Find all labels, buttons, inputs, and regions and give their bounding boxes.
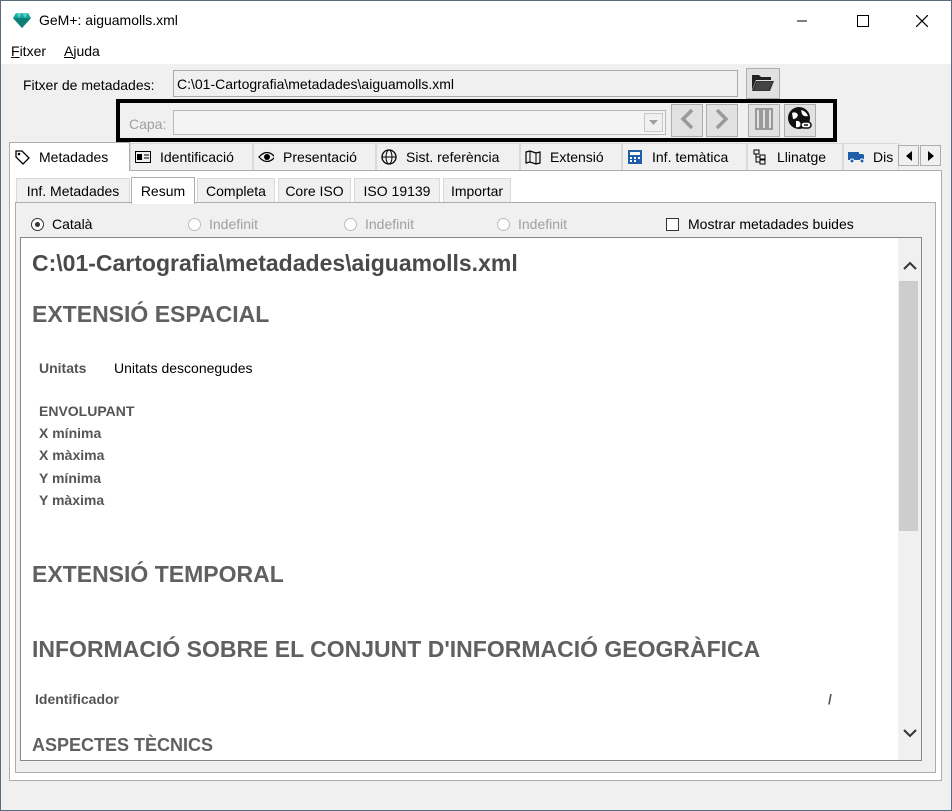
layer-select[interactable]	[173, 110, 666, 135]
open-folder-button[interactable]	[746, 68, 780, 99]
checkbox-box	[666, 217, 679, 231]
menu-fitxer[interactable]: Fitxer	[11, 43, 46, 59]
summary-view[interactable]: C:\01-Cartografia\metadades\aiguamolls.x…	[20, 237, 922, 761]
tab-label: Sist. referència	[406, 149, 500, 165]
show-empty-metadata-checkbox[interactable]: Mostrar metadades buides	[666, 216, 854, 232]
identifier-label: Identificador	[35, 691, 120, 707]
tab-presentacio[interactable]: Presentació	[253, 143, 376, 170]
maximize-button[interactable]	[834, 1, 892, 40]
radio-dot	[31, 217, 44, 231]
subtab-resum[interactable]: Resum	[131, 177, 195, 204]
radio-label: Català	[52, 216, 93, 232]
layer-columns-button[interactable]	[748, 104, 780, 137]
radio-label: Indefinit	[209, 216, 259, 232]
globe-icon	[381, 149, 397, 165]
tab-label: Llinatge	[777, 149, 827, 165]
file-label: Fitxer de metadades:	[23, 77, 155, 93]
language-radio-indefinit-1[interactable]: Indefinit	[188, 216, 258, 232]
tabs-scroll-right-button[interactable]	[920, 145, 941, 166]
web-link-button[interactable]	[784, 104, 816, 137]
tab-label: Inf. temàtica	[652, 149, 729, 165]
arrow-right-icon	[927, 148, 934, 164]
chevron-left-icon	[680, 108, 694, 133]
checkbox-label: Mostrar metadades buides	[688, 216, 854, 232]
radio-dot	[344, 217, 357, 231]
map-icon	[525, 149, 541, 165]
tab-label: Dis	[873, 149, 894, 165]
tab-label: Identificació	[160, 149, 234, 165]
dataset-info-heading: INFORMACIÓ SOBRE EL CONJUNT D'INFORMACIÓ…	[32, 636, 761, 662]
language-radio-indefinit-2[interactable]: Indefinit	[344, 216, 414, 232]
x-min-label: X mínima	[39, 425, 102, 441]
title-bar: GeM+: aiguamolls.xml	[0, 0, 952, 39]
window-title: GeM+: aiguamolls.xml	[39, 12, 178, 28]
tab-identificacio[interactable]: Identificació	[130, 143, 253, 170]
folder-open-icon	[751, 72, 775, 95]
scroll-thumb[interactable]	[899, 281, 918, 531]
summary-file-path: C:\01-Cartografia\metadades\aiguamolls.x…	[32, 250, 518, 276]
tab-label: Presentació	[283, 149, 357, 165]
identifier-value: /	[828, 691, 832, 707]
eye-icon	[258, 149, 274, 165]
layer-label: Capa:	[129, 116, 167, 132]
chevron-right-icon	[715, 108, 729, 133]
menu-ajuda[interactable]: Ajuda	[64, 43, 100, 59]
x-max-label: X màxima	[39, 447, 105, 463]
truck-icon	[848, 149, 864, 165]
globe-link-icon	[787, 106, 813, 135]
file-path-field[interactable]: C:\01-Cartografia\metadades\aiguamolls.x…	[173, 70, 738, 97]
chevron-up-icon	[902, 257, 917, 273]
menu-bar: Fitxer Ajuda	[0, 39, 952, 64]
units-label: Unitats	[39, 360, 87, 376]
subtab-iso-19139[interactable]: ISO 19139	[354, 178, 440, 202]
tag-icon	[14, 149, 30, 165]
tabs-scroll-left-button[interactable]	[898, 145, 919, 166]
tab-metadades[interactable]: Metadades	[9, 142, 130, 171]
tab-label: Metadades	[39, 149, 109, 165]
scroll-up-button[interactable]	[898, 254, 921, 276]
radio-label: Indefinit	[365, 216, 415, 232]
tab-label: Extensió	[550, 149, 604, 165]
id-card-icon	[135, 149, 151, 165]
technical-aspects-heading: ASPECTES TÈCNICS	[32, 735, 214, 755]
language-radio-indefinit-3[interactable]: Indefinit	[497, 216, 567, 232]
subtab-importar[interactable]: Importar	[443, 178, 511, 202]
tab-inf-tematica[interactable]: Inf. temàtica	[622, 143, 747, 170]
tab-sist-referencia[interactable]: Sist. referència	[376, 143, 520, 170]
tab-extensio[interactable]: Extensió	[520, 143, 622, 170]
subtab-inf-metadades[interactable]: Inf. Metadades	[16, 178, 130, 202]
chevron-down-icon[interactable]	[644, 113, 663, 132]
y-max-label: Y màxima	[39, 492, 105, 508]
y-min-label: Y mínima	[39, 470, 101, 486]
chevron-down-icon	[902, 725, 917, 741]
subtab-core-iso[interactable]: Core ISO	[278, 178, 351, 202]
language-radio-catala[interactable]: Català	[31, 216, 92, 232]
temporal-extent-heading: EXTENSIÓ TEMPORAL	[32, 561, 284, 587]
spatial-extent-heading: EXTENSIÓ ESPACIAL	[32, 301, 270, 327]
next-layer-button[interactable]	[706, 104, 738, 137]
radio-dot	[497, 217, 510, 231]
radio-dot	[188, 217, 201, 231]
close-button[interactable]	[893, 1, 951, 40]
tab-llinatge[interactable]: Llinatge	[747, 143, 843, 170]
envelope-label: ENVOLUPANT	[39, 403, 135, 419]
radio-label: Indefinit	[518, 216, 568, 232]
calculator-icon	[627, 149, 643, 165]
summary-scrollbar[interactable]	[898, 238, 921, 760]
tree-icon	[752, 149, 768, 165]
minimize-button[interactable]	[773, 1, 831, 40]
tab-distribucio[interactable]: Dis	[843, 143, 899, 170]
arrow-left-icon	[905, 148, 912, 164]
scroll-down-button[interactable]	[898, 722, 921, 744]
previous-layer-button[interactable]	[671, 104, 703, 137]
columns-icon	[755, 107, 773, 134]
subtab-completa[interactable]: Completa	[197, 178, 275, 202]
gem-icon	[12, 10, 32, 30]
units-value: Unitats desconegudes	[114, 360, 253, 376]
